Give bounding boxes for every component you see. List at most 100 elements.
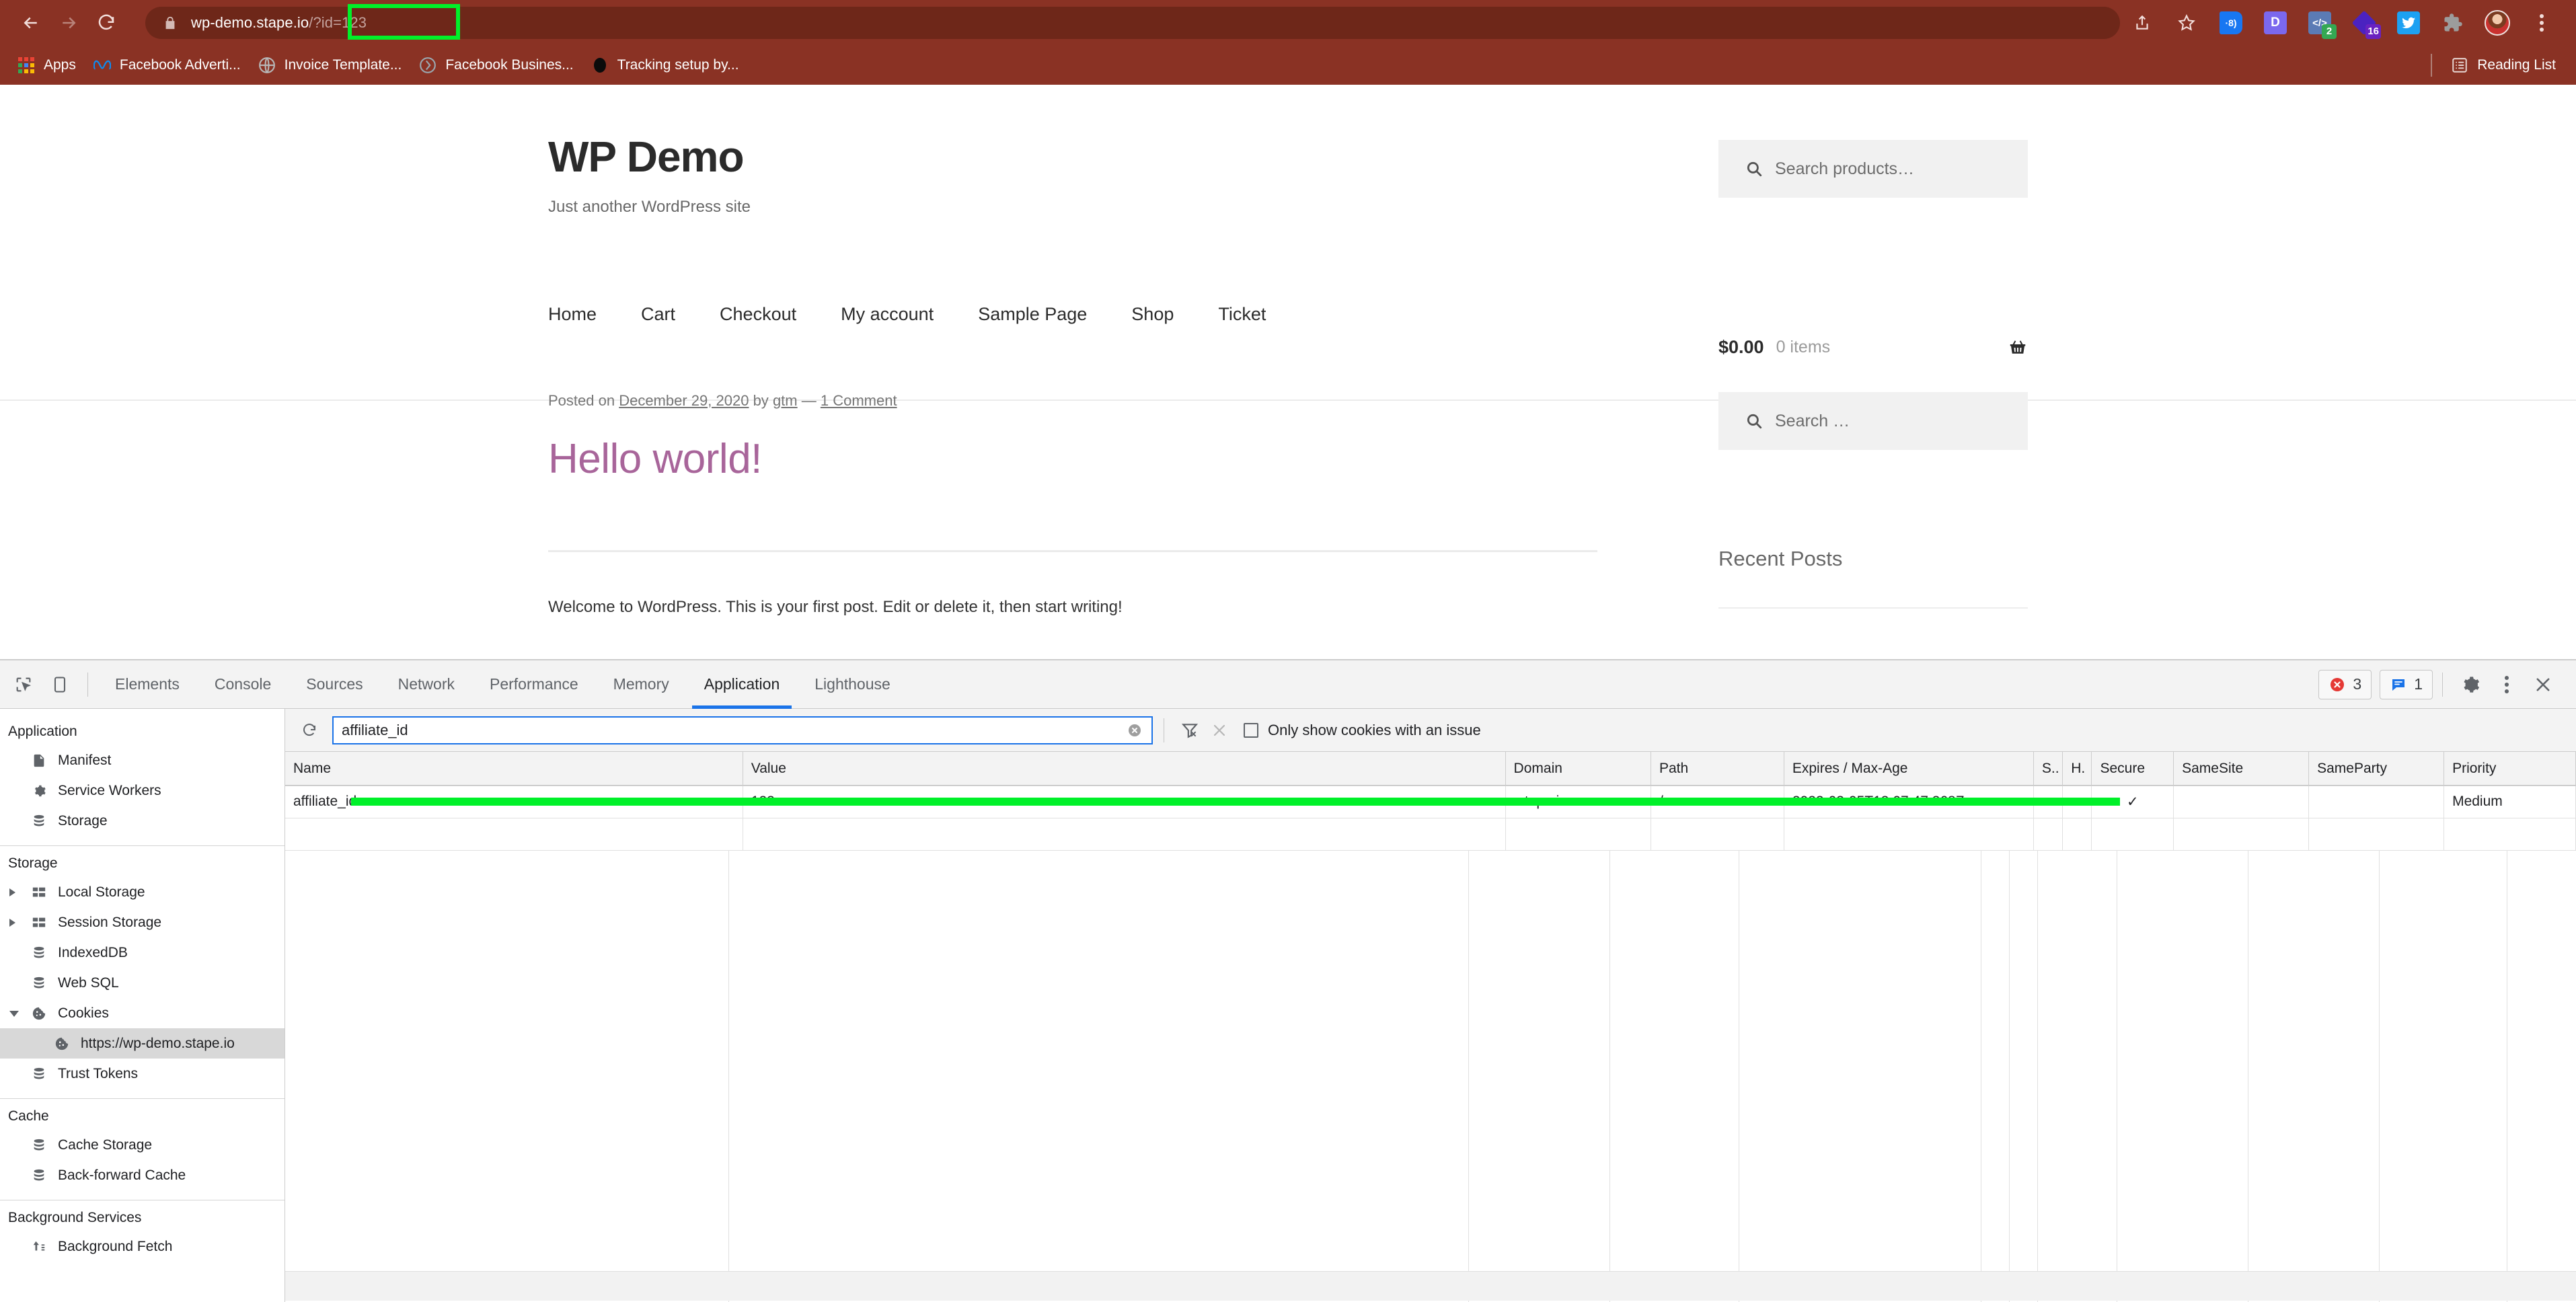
bookmark-tracking-setup[interactable]: Tracking setup by... xyxy=(591,56,739,74)
column-header-name[interactable]: Name xyxy=(285,752,743,786)
chevron-right-icon[interactable] xyxy=(9,888,15,896)
meta-icon xyxy=(93,56,111,74)
sidebar-section-application: Application xyxy=(0,714,285,745)
sidebar-item-indexeddb[interactable]: IndexedDB xyxy=(0,937,285,968)
column-header-path[interactable]: Path xyxy=(1651,752,1784,786)
sidebar-item-service-workers[interactable]: Service Workers xyxy=(0,775,285,806)
chevron-down-icon[interactable] xyxy=(9,1011,19,1017)
tab-elements[interactable]: Elements xyxy=(98,660,197,709)
checkbox-icon[interactable] xyxy=(1244,723,1258,738)
post-comments-link[interactable]: 1 Comment xyxy=(821,392,897,409)
share-icon[interactable] xyxy=(2123,4,2161,42)
twitter-pixel-helper-icon[interactable] xyxy=(2390,4,2427,42)
database-icon xyxy=(30,1065,48,1083)
column-header-priority[interactable]: Priority xyxy=(2444,752,2576,786)
nav-item-ticket[interactable]: Ticket xyxy=(1218,304,1266,325)
lock-icon xyxy=(163,15,178,30)
column-header-httponly[interactable]: H. xyxy=(2063,752,2092,786)
sidebar-search-input[interactable]: Search … xyxy=(1718,392,2028,450)
column-header-secure[interactable]: Secure xyxy=(2092,752,2174,786)
column-header-value[interactable]: Value xyxy=(743,752,1505,786)
forward-button[interactable] xyxy=(50,4,87,42)
cell-sameparty[interactable] xyxy=(2309,786,2444,818)
sidebar-item-manifest[interactable]: Manifest xyxy=(0,745,285,775)
tab-memory[interactable]: Memory xyxy=(596,660,687,709)
bookmark-invoice-template[interactable]: Invoice Template... xyxy=(258,56,402,74)
clear-circle-icon[interactable] xyxy=(1126,722,1143,739)
close-icon[interactable] xyxy=(2525,666,2561,703)
tab-performance[interactable]: Performance xyxy=(472,660,596,709)
gtm-debug-badge: 16 xyxy=(2365,24,2381,39)
cookie-filter-box[interactable] xyxy=(332,716,1153,744)
cart-summary[interactable]: $0.00 0 items xyxy=(1718,337,2028,358)
facebook-pixel-helper-icon[interactable]: ·8) xyxy=(2212,4,2250,42)
bookmark-apps[interactable]: Apps xyxy=(17,56,76,74)
database-icon xyxy=(30,812,48,831)
bookmark-star-icon[interactable] xyxy=(2168,4,2205,42)
tag-assistant-icon[interactable]: </> 2 xyxy=(2301,4,2339,42)
tab-sources[interactable]: Sources xyxy=(289,660,380,709)
nav-item-home[interactable]: Home xyxy=(548,304,597,325)
nav-item-my-account[interactable]: My account xyxy=(841,304,934,325)
bookmark-facebook-business[interactable]: Facebook Busines... xyxy=(419,56,573,74)
delete-x-icon[interactable] xyxy=(1205,716,1234,745)
database-icon xyxy=(30,1166,48,1185)
device-toolbar-icon[interactable] xyxy=(42,666,78,703)
sidebar-item-back-forward-cache[interactable]: Back-forward Cache xyxy=(0,1160,285,1190)
message-counter[interactable]: 1 xyxy=(2380,670,2433,699)
nav-item-cart[interactable]: Cart xyxy=(641,304,675,325)
sidebar-item-cookies-origin[interactable]: https://wp-demo.stape.io xyxy=(0,1028,285,1059)
gtm-debug-icon[interactable]: 16 xyxy=(2345,4,2383,42)
three-dot-menu-icon[interactable] xyxy=(2489,666,2525,703)
reading-list-button[interactable]: Reading List xyxy=(2431,54,2576,77)
sidebar-item-cookies[interactable]: Cookies xyxy=(0,998,285,1028)
only-issues-checkbox[interactable]: Only show cookies with an issue xyxy=(1244,722,1481,739)
sidebar-item-cache-storage-label: Cache Storage xyxy=(58,1137,152,1153)
sidebar-item-web-sql[interactable]: Web SQL xyxy=(0,968,285,998)
error-counter[interactable]: 3 xyxy=(2318,670,2372,699)
clear-cookies-icon[interactable] xyxy=(1175,716,1205,745)
sidebar-item-storage[interactable]: Storage xyxy=(0,806,285,836)
three-dot-menu-icon[interactable] xyxy=(2523,4,2561,42)
datalayer-checker-icon[interactable]: D xyxy=(2257,4,2294,42)
post-author-link[interactable]: gtm xyxy=(773,392,798,409)
refresh-icon[interactable] xyxy=(296,717,323,744)
globe-icon xyxy=(258,56,276,74)
column-header-expires[interactable]: Expires / Max-Age xyxy=(1784,752,2033,786)
sidebar-item-local-storage[interactable]: Local Storage xyxy=(0,877,285,907)
shopping-basket-icon[interactable] xyxy=(2008,338,2028,358)
cell-samesite[interactable] xyxy=(2174,786,2309,818)
cookie-filter-input[interactable] xyxy=(342,722,1126,739)
sidebar-item-background-fetch[interactable]: Background Fetch xyxy=(0,1231,285,1262)
avatar[interactable] xyxy=(2478,4,2516,42)
tab-console[interactable]: Console xyxy=(197,660,289,709)
cell-priority[interactable]: Medium xyxy=(2444,786,2576,818)
sidebar-item-session-storage[interactable]: Session Storage xyxy=(0,907,285,937)
bookmark-facebook-advertising[interactable]: Facebook Adverti... xyxy=(93,56,241,74)
chevron-right-icon[interactable] xyxy=(9,919,15,927)
address-bar[interactable]: wp-demo.stape.io/?id=123 xyxy=(145,7,2120,39)
recent-posts-divider xyxy=(1718,607,2028,609)
product-search-input[interactable]: Search products… xyxy=(1718,140,2028,198)
inspect-element-icon[interactable] xyxy=(5,666,42,703)
tab-application[interactable]: Application xyxy=(687,660,798,709)
column-header-samesite[interactable]: SameSite xyxy=(2174,752,2309,786)
tab-network[interactable]: Network xyxy=(381,660,472,709)
column-header-size[interactable]: S.. xyxy=(2033,752,2062,786)
column-header-sameparty[interactable]: SameParty xyxy=(2309,752,2444,786)
nav-item-shop[interactable]: Shop xyxy=(1131,304,1174,325)
tab-lighthouse[interactable]: Lighthouse xyxy=(797,660,908,709)
gear-icon[interactable] xyxy=(2452,666,2489,703)
nav-item-sample-page[interactable]: Sample Page xyxy=(978,304,1087,325)
post-date-link[interactable]: December 29, 2020 xyxy=(619,392,749,409)
extensions-puzzle-icon[interactable] xyxy=(2434,4,2472,42)
column-header-domain[interactable]: Domain xyxy=(1505,752,1651,786)
nav-item-checkout[interactable]: Checkout xyxy=(720,304,796,325)
facebook-pixel-helper-label: ·8) xyxy=(2225,17,2236,28)
bookmark-apps-label: Apps xyxy=(44,57,76,73)
sidebar-item-cache-storage[interactable]: Cache Storage xyxy=(0,1130,285,1160)
reload-button[interactable] xyxy=(87,4,125,42)
back-button[interactable] xyxy=(12,4,50,42)
reading-list-label: Reading List xyxy=(2477,57,2556,73)
sidebar-item-trust-tokens[interactable]: Trust Tokens xyxy=(0,1059,285,1089)
